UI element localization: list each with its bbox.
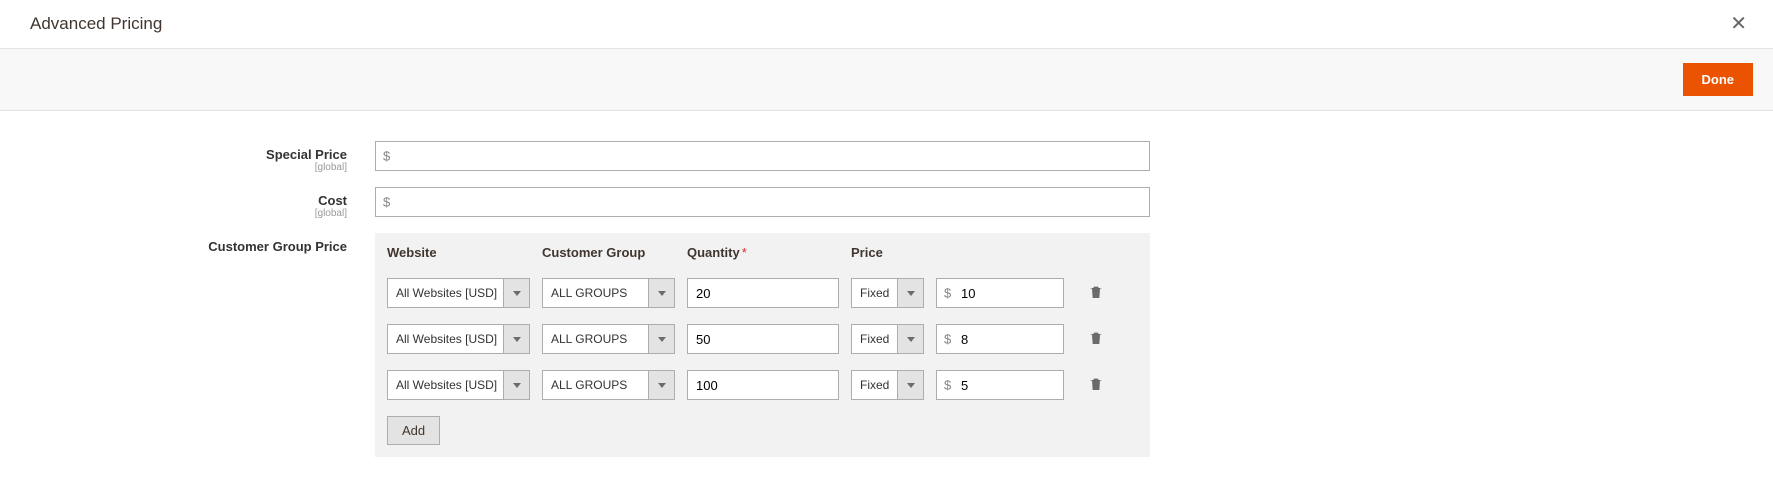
price-type-select[interactable]: Fixed — [851, 278, 924, 308]
chevron-down-icon — [897, 371, 923, 399]
add-row-container: Add — [375, 408, 1150, 445]
done-button[interactable]: Done — [1683, 63, 1754, 96]
trash-icon — [1088, 376, 1104, 392]
action-bar: Done — [0, 48, 1773, 111]
chevron-down-icon — [897, 325, 923, 353]
cost-scope: [global] — [30, 208, 347, 219]
trash-icon — [1088, 284, 1104, 300]
required-star-icon: * — [742, 245, 747, 260]
close-icon: ✕ — [1730, 13, 1747, 35]
price-type-value: Fixed — [852, 286, 897, 300]
add-row-button[interactable]: Add — [387, 416, 440, 445]
close-button[interactable]: ✕ — [1724, 14, 1753, 34]
special-price-field: $ — [375, 141, 1150, 171]
modal-header: Advanced Pricing ✕ — [0, 0, 1773, 48]
website-select-value: All Websites [USD] — [388, 332, 503, 346]
special-price-label: Special Price — [266, 147, 347, 162]
customer-group-select[interactable]: ALL GROUPS — [542, 278, 675, 308]
header-price: Price — [851, 245, 1076, 260]
customer-group-value: ALL GROUPS — [543, 378, 648, 392]
special-price-input[interactable] — [375, 141, 1150, 171]
quantity-input[interactable] — [687, 370, 839, 400]
table-row: All Websites [USD] ALL GROUPS — [375, 270, 1150, 316]
chevron-down-icon — [503, 371, 529, 399]
group-price-table: Website Customer Group Quantity* Price A… — [375, 233, 1150, 457]
price-type-value: Fixed — [852, 332, 897, 346]
header-website: Website — [387, 245, 542, 260]
customer-group-value: ALL GROUPS — [543, 286, 648, 300]
price-input[interactable] — [936, 324, 1064, 354]
website-select[interactable]: All Websites [USD] — [387, 278, 530, 308]
delete-row-button[interactable] — [1084, 326, 1108, 353]
group-price-field: Website Customer Group Quantity* Price A… — [375, 233, 1150, 457]
customer-group-select[interactable]: ALL GROUPS — [542, 370, 675, 400]
trash-icon — [1088, 330, 1104, 346]
website-select[interactable]: All Websites [USD] — [387, 370, 530, 400]
delete-row-button[interactable] — [1084, 280, 1108, 307]
cost-label-col: Cost [global] — [30, 187, 375, 219]
price-type-value: Fixed — [852, 378, 897, 392]
cost-row: Cost [global] $ — [30, 187, 1743, 219]
chevron-down-icon — [648, 371, 674, 399]
cost-label: Cost — [318, 193, 347, 208]
delete-row-button[interactable] — [1084, 372, 1108, 399]
website-select[interactable]: All Websites [USD] — [387, 324, 530, 354]
website-select-value: All Websites [USD] — [388, 286, 503, 300]
special-price-row: Special Price [global] $ — [30, 141, 1743, 173]
website-select-value: All Websites [USD] — [388, 378, 503, 392]
quantity-input[interactable] — [687, 278, 839, 308]
price-type-select[interactable]: Fixed — [851, 370, 924, 400]
header-quantity: Quantity* — [687, 245, 851, 260]
chevron-down-icon — [648, 325, 674, 353]
price-input[interactable] — [936, 370, 1064, 400]
price-type-select[interactable]: Fixed — [851, 324, 924, 354]
customer-group-value: ALL GROUPS — [543, 332, 648, 346]
special-price-label-col: Special Price [global] — [30, 141, 375, 173]
chevron-down-icon — [503, 325, 529, 353]
quantity-input[interactable] — [687, 324, 839, 354]
cost-field: $ — [375, 187, 1150, 217]
customer-group-select[interactable]: ALL GROUPS — [542, 324, 675, 354]
group-table-header: Website Customer Group Quantity* Price — [375, 233, 1150, 270]
table-row: All Websites [USD] ALL GROUPS — [375, 316, 1150, 362]
group-price-label: Customer Group Price — [208, 239, 347, 254]
chevron-down-icon — [503, 279, 529, 307]
special-price-scope: [global] — [30, 162, 347, 173]
price-input[interactable] — [936, 278, 1064, 308]
group-price-row: Customer Group Price Website Customer Gr… — [30, 233, 1743, 457]
chevron-down-icon — [648, 279, 674, 307]
header-group: Customer Group — [542, 245, 687, 260]
form-area: Special Price [global] $ Cost [global] $… — [0, 111, 1773, 457]
table-row: All Websites [USD] ALL GROUPS — [375, 362, 1150, 408]
chevron-down-icon — [897, 279, 923, 307]
group-price-label-col: Customer Group Price — [30, 233, 375, 254]
cost-input[interactable] — [375, 187, 1150, 217]
modal-title: Advanced Pricing — [30, 14, 162, 34]
